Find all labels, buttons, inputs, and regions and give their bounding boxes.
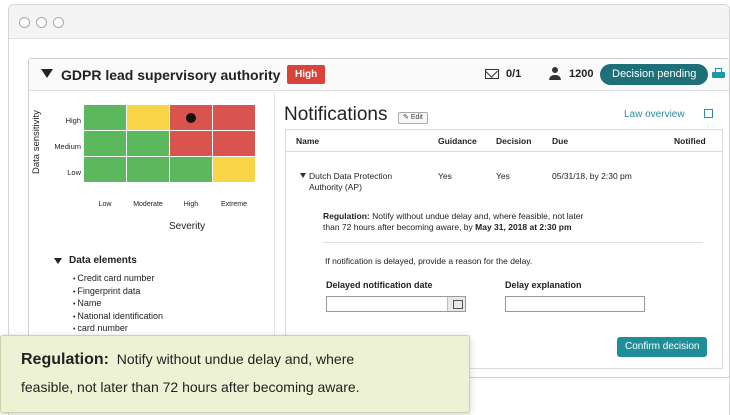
row-expand-icon[interactable] [300, 173, 306, 178]
x-tick-extreme: Extreme [220, 201, 248, 208]
delay-note: If notification is delayed, provide a re… [325, 256, 533, 266]
calendar-icon[interactable] [447, 297, 465, 311]
status-pill[interactable]: Decision pending [600, 64, 709, 85]
delay-explanation-label: Delay explanation [505, 280, 582, 290]
user-icon[interactable] [549, 67, 561, 81]
data-elements-toggle-icon[interactable] [54, 258, 62, 264]
panel-header: GDPR lead supervisory authority High 0/1… [29, 59, 729, 91]
risk-badge: High [287, 65, 326, 84]
edit-button[interactable]: ✎ Edit [398, 112, 428, 124]
col-decision: Decision [496, 136, 532, 146]
heatmap-cell-high-extreme[interactable] [213, 105, 255, 130]
x-tick-moderate: Moderate [133, 201, 163, 208]
edit-label: Edit [410, 114, 423, 121]
col-due: Due [552, 136, 569, 146]
notifications-title: Notifications [284, 104, 388, 125]
authority-name: Dutch Data Protection [309, 171, 393, 181]
authority-name-cont: Authority (AP) [309, 182, 362, 192]
heatmap-cell-low-moderate[interactable] [127, 157, 169, 182]
heatmap-cell-medium-high[interactable] [170, 131, 212, 156]
guidance-value: Yes [438, 171, 452, 181]
data-elements-title[interactable]: Data elements [69, 255, 137, 266]
x-axis-label: Severity [169, 221, 206, 232]
heatmap-cell-low-low[interactable] [84, 157, 126, 182]
heatmap-cell-high-low[interactable] [84, 105, 126, 130]
heatmap-cell-medium-extreme[interactable] [213, 131, 255, 156]
window-titlebar [9, 5, 729, 39]
delayed-date-input[interactable] [326, 296, 466, 312]
col-notified: Notified [674, 136, 706, 146]
regulation-text: Regulation: Notify without undue delay a… [323, 211, 703, 233]
window-close-dot[interactable] [19, 17, 30, 28]
heatmap-cell-high-high[interactable] [170, 105, 212, 130]
regulation-tooltip: Regulation: Notify without undue delay a… [0, 335, 470, 413]
heatmap-cell-low-high[interactable] [170, 157, 212, 182]
user-count: 1200 [569, 68, 594, 80]
notifications-table: Name Guidance Decision Due Notified Dutc… [285, 129, 723, 369]
heatmap-cell-medium-low[interactable] [84, 131, 126, 156]
y-tick-high: High [65, 116, 81, 125]
x-tick-high: High [183, 201, 199, 208]
panel-title: GDPR lead supervisory authority [61, 67, 281, 83]
col-guidance: Guidance [438, 136, 477, 146]
heatmap-cell-medium-moderate[interactable] [127, 131, 169, 156]
list-item: National identification [73, 311, 163, 324]
col-name: Name [296, 136, 320, 146]
law-overview-link[interactable]: Law overview [624, 109, 685, 120]
risk-marker [186, 113, 196, 123]
regulation-deadline: May 31, 2018 at 2:30 pm [475, 222, 572, 232]
y-tick-medium: Medium [54, 142, 81, 151]
mail-icon[interactable] [485, 69, 499, 79]
decision-value: Yes [496, 171, 510, 181]
window-minimize-dot[interactable] [36, 17, 47, 28]
tooltip-text-1: Notify without undue delay and, where [116, 351, 355, 367]
delay-explanation-input[interactable] [505, 296, 645, 312]
print-icon[interactable] [712, 68, 725, 80]
list-item: Credit card number [73, 273, 163, 286]
confirm-decision-button[interactable]: Confirm decision [617, 337, 708, 357]
list-item: Fingerprint data [73, 286, 163, 299]
divider [323, 242, 703, 243]
delayed-date-label: Delayed notification date [326, 280, 433, 290]
list-item: card number [73, 323, 163, 336]
table-header: Name Guidance Decision Due Notified [286, 130, 722, 152]
y-axis-label: Data sensitivity [31, 110, 42, 174]
due-value: 05/31/18, by 2:30 pm [552, 171, 632, 181]
gdpr-panel: GDPR lead supervisory authority High 0/1… [28, 58, 730, 378]
window-maximize-dot[interactable] [53, 17, 64, 28]
data-elements-list: Credit card number Fingerprint data Name… [73, 273, 163, 336]
list-item: Name [73, 298, 163, 311]
heatmap-cell-high-moderate[interactable] [127, 105, 169, 130]
mail-count: 0/1 [506, 68, 522, 80]
collapse-triangle-icon[interactable] [41, 69, 53, 78]
tooltip-line-1: Regulation: Notify without undue delay a… [21, 348, 455, 371]
external-link-icon[interactable] [704, 109, 713, 118]
y-tick-low: Low [67, 168, 81, 177]
risk-heatmap [84, 105, 257, 183]
regulation-text-2: than 72 hours after becoming aware, by [323, 222, 476, 232]
regulation-text-1: Notify without undue delay and, where fe… [369, 211, 584, 221]
tooltip-line-2: feasible, not later than 72 hours after … [21, 379, 360, 395]
heatmap-cell-low-extreme[interactable] [213, 157, 255, 182]
x-tick-low: Low [98, 201, 112, 208]
regulation-label: Regulation: [323, 211, 370, 221]
tooltip-heading: Regulation: [21, 351, 109, 368]
